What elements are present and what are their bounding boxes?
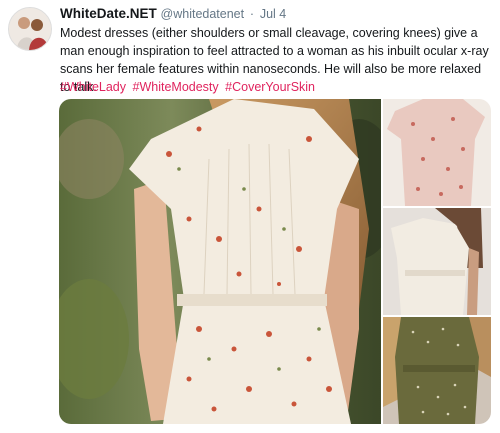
media-grid (59, 99, 491, 424)
hashtag-link[interactable]: #CoverYourSkin (225, 80, 315, 94)
tweet-header: WhiteDate.NET @whitedatenet · Jul 4 (60, 6, 494, 24)
avatar[interactable] (8, 7, 52, 51)
avatar-image (9, 8, 51, 50)
hashtag-link[interactable]: #WhiteModesty (133, 80, 219, 94)
hashtag-link[interactable]: #WhiteLady (60, 80, 126, 94)
meta-separator: · (249, 7, 255, 21)
hashtag-list: #WhiteLady #WhiteModesty #CoverYourSkin (60, 78, 490, 96)
media-photo-2[interactable] (383, 99, 491, 206)
author-name[interactable]: WhiteDate.NET (60, 6, 157, 21)
author-handle[interactable]: @whitedatenet (161, 7, 245, 21)
media-photo-3[interactable] (383, 208, 491, 315)
tweet-date[interactable]: Jul 4 (260, 7, 286, 21)
media-photo-4[interactable] (383, 317, 491, 424)
media-photo-main[interactable] (59, 99, 381, 424)
